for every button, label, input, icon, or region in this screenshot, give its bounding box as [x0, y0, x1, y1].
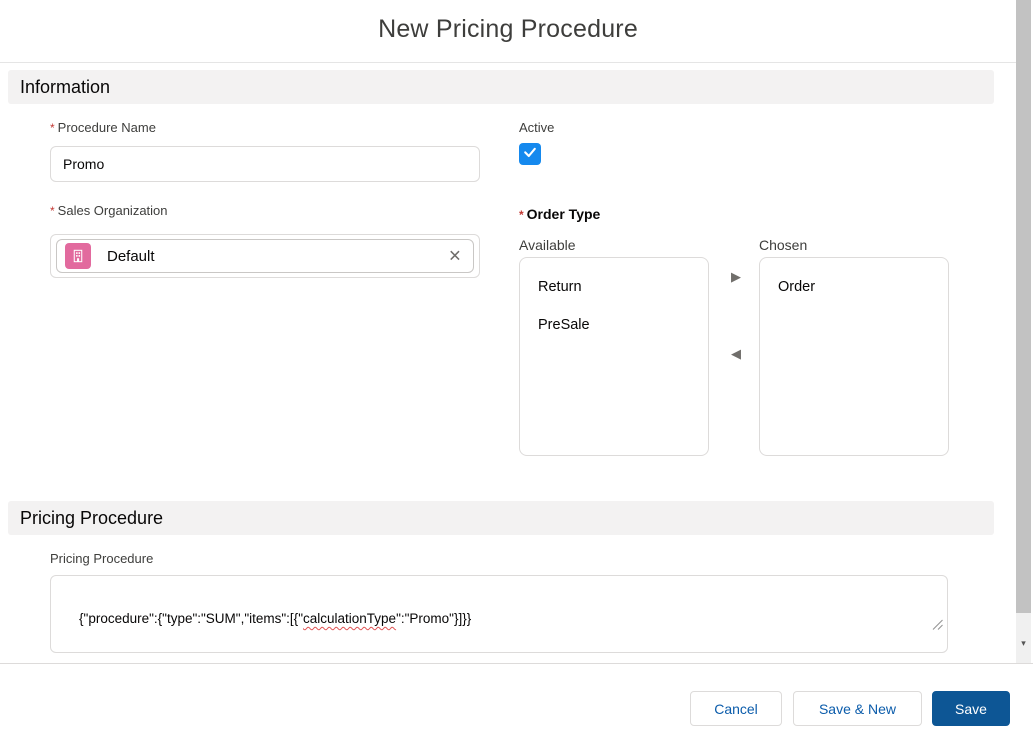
json-text-misspelled: calculationType	[303, 611, 397, 626]
header-divider	[0, 62, 1016, 63]
pricing-procedure-label: Pricing Procedure	[50, 551, 154, 566]
move-left-icon[interactable]: ◀	[726, 344, 746, 364]
active-checkbox[interactable]	[519, 143, 541, 165]
scrollbar-down-arrow-icon[interactable]: ▾	[1016, 638, 1031, 649]
chosen-option[interactable]: Order	[760, 268, 948, 306]
new-pricing-procedure-modal: New Pricing Procedure Information * Proce…	[0, 0, 1033, 743]
required-asterisk: *	[50, 204, 55, 218]
section-header-information: Information	[8, 70, 994, 104]
available-listbox[interactable]: Return PreSale	[519, 257, 709, 456]
json-text: ":"Promo"}]}}	[396, 611, 472, 626]
selected-record-name: Default	[107, 247, 155, 265]
selected-record-pill[interactable]: Default ×	[56, 239, 474, 273]
save-button[interactable]: Save	[932, 691, 1010, 726]
chosen-column-label: Chosen	[759, 237, 808, 253]
chosen-listbox[interactable]: Order	[759, 257, 949, 456]
procedure-name-label: * Procedure Name	[50, 120, 156, 135]
available-option[interactable]: PreSale	[520, 306, 708, 344]
available-option[interactable]: Return	[520, 268, 708, 306]
available-column-label: Available	[519, 237, 576, 253]
check-icon	[522, 144, 538, 165]
cancel-button[interactable]: Cancel	[690, 691, 782, 726]
clear-selection-icon[interactable]: ×	[449, 246, 461, 267]
textarea-resize-handle[interactable]	[908, 603, 944, 649]
page-title: New Pricing Procedure	[378, 15, 638, 43]
footer-divider	[0, 663, 1033, 664]
pricing-procedure-textarea[interactable]: {"procedure":{"type":"SUM","items":[{"ca…	[50, 575, 948, 653]
sales-organization-lookup[interactable]: Default ×	[50, 234, 480, 278]
section-header-pricing-procedure: Pricing Procedure	[8, 501, 994, 535]
json-text: {"procedure":{"type":"SUM","items":[{"	[79, 611, 303, 626]
order-type-label: * Order Type	[519, 206, 601, 222]
required-asterisk: *	[519, 208, 524, 222]
sales-organization-record-icon	[65, 243, 91, 269]
procedure-name-input[interactable]	[50, 146, 480, 182]
scrollbar-thumb[interactable]	[1016, 0, 1031, 613]
move-right-icon[interactable]: ▶	[726, 267, 746, 287]
required-asterisk: *	[50, 121, 55, 135]
active-label: Active	[519, 120, 555, 135]
save-and-new-button[interactable]: Save & New	[793, 691, 922, 726]
vertical-scrollbar[interactable]: ▾	[1016, 0, 1031, 663]
sales-organization-label: * Sales Organization	[50, 203, 168, 218]
